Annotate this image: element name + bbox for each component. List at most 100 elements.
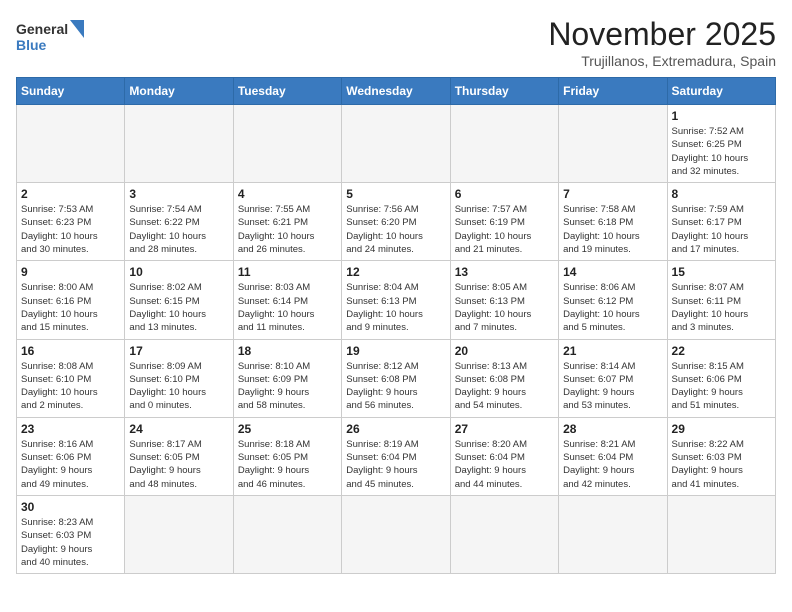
day-number: 23 [21, 422, 120, 436]
day-number: 30 [21, 500, 120, 514]
day-cell-8: 8Sunrise: 7:59 AM Sunset: 6:17 PM Daylig… [667, 183, 775, 261]
empty-cell [125, 495, 233, 573]
calendar: SundayMondayTuesdayWednesdayThursdayFrid… [16, 77, 776, 574]
day-cell-4: 4 Sunrise: 7:55 AM Sunset: 6:21 PM Daylig… [233, 183, 341, 261]
day-cell-26: 26 Sunrise: 8:19 AM Sunset: 6:04 PM Dayli… [342, 417, 450, 495]
day-cell-5: 5Sunrise: 7:56 AM Sunset: 6:20 PM Daylig… [342, 183, 450, 261]
day-cell-7: 7 Sunrise: 7:58 AM Sunset: 6:18 PM Daylig… [559, 183, 667, 261]
day-number: 6 [455, 187, 554, 201]
day-info: Sunrise: 7:55 AM Sunset: 6:21 PM Dayligh… [238, 203, 337, 256]
weekday-header-wednesday: Wednesday [342, 78, 450, 105]
weekday-header-sunday: Sunday [17, 78, 125, 105]
day-number: 10 [129, 265, 228, 279]
day-number: 18 [238, 344, 337, 358]
day-number: 24 [129, 422, 228, 436]
day-cell-15: 15Sunrise: 8:07 AM Sunset: 6:11 PM Dayli… [667, 261, 775, 339]
day-number: 3 [129, 187, 228, 201]
day-cell-9: 9 Sunrise: 8:00 AM Sunset: 6:16 PM Daylig… [17, 261, 125, 339]
day-number: 2 [21, 187, 120, 201]
day-cell-13: 13 Sunrise: 8:05 AM Sunset: 6:13 PM Dayli… [450, 261, 558, 339]
empty-cell [233, 105, 341, 183]
day-cell-22: 22 Sunrise: 8:15 AM Sunset: 6:06 PM Dayli… [667, 339, 775, 417]
logo-svg: GeneralBlue [16, 16, 86, 58]
day-info: Sunrise: 8:05 AM Sunset: 6:13 PM Dayligh… [455, 281, 554, 334]
day-number: 25 [238, 422, 337, 436]
day-number: 9 [21, 265, 120, 279]
day-info: Sunrise: 8:03 AM Sunset: 6:14 PM Dayligh… [238, 281, 337, 334]
weekday-header-tuesday: Tuesday [233, 78, 341, 105]
day-info: Sunrise: 8:12 AM Sunset: 6:08 PM Dayligh… [346, 360, 445, 413]
day-info: Sunrise: 8:15 AM Sunset: 6:06 PM Dayligh… [672, 360, 771, 413]
day-cell-6: 6 Sunrise: 7:57 AM Sunset: 6:19 PM Daylig… [450, 183, 558, 261]
weekday-header-row: SundayMondayTuesdayWednesdayThursdayFrid… [17, 78, 776, 105]
day-cell-30: 30 Sunrise: 8:23 AM Sunset: 6:03 PM Dayli… [17, 495, 125, 573]
day-number: 7 [563, 187, 662, 201]
day-cell-21: 21Sunrise: 8:14 AM Sunset: 6:07 PM Dayli… [559, 339, 667, 417]
day-cell-27: 27Sunrise: 8:20 AM Sunset: 6:04 PM Dayli… [450, 417, 558, 495]
day-info: Sunrise: 8:23 AM Sunset: 6:03 PM Dayligh… [21, 516, 120, 569]
day-info: Sunrise: 8:00 AM Sunset: 6:16 PM Dayligh… [21, 281, 120, 334]
svg-text:Blue: Blue [16, 37, 47, 53]
day-cell-18: 18 Sunrise: 8:10 AM Sunset: 6:09 PM Dayli… [233, 339, 341, 417]
day-number: 27 [455, 422, 554, 436]
day-number: 17 [129, 344, 228, 358]
day-number: 14 [563, 265, 662, 279]
day-info: Sunrise: 8:13 AM Sunset: 6:08 PM Dayligh… [455, 360, 554, 413]
day-number: 28 [563, 422, 662, 436]
month-title: November 2025 [548, 16, 776, 53]
day-info: Sunrise: 8:04 AM Sunset: 6:13 PM Dayligh… [346, 281, 445, 334]
empty-cell [559, 495, 667, 573]
day-cell-24: 24 Sunrise: 8:17 AM Sunset: 6:05 PM Dayli… [125, 417, 233, 495]
empty-cell [233, 495, 341, 573]
day-number: 13 [455, 265, 554, 279]
day-cell-16: 16 Sunrise: 8:08 AM Sunset: 6:10 PM Dayli… [17, 339, 125, 417]
day-info: Sunrise: 7:58 AM Sunset: 6:18 PM Dayligh… [563, 203, 662, 256]
day-info: Sunrise: 8:19 AM Sunset: 6:04 PM Dayligh… [346, 438, 445, 491]
day-info: Sunrise: 8:02 AM Sunset: 6:15 PM Dayligh… [129, 281, 228, 334]
empty-cell [342, 105, 450, 183]
day-info: Sunrise: 8:16 AM Sunset: 6:06 PM Dayligh… [21, 438, 120, 491]
weekday-header-friday: Friday [559, 78, 667, 105]
day-number: 16 [21, 344, 120, 358]
calendar-row: 30 Sunrise: 8:23 AM Sunset: 6:03 PM Dayli… [17, 495, 776, 573]
day-cell-29: 29Sunrise: 8:22 AM Sunset: 6:03 PM Dayli… [667, 417, 775, 495]
day-cell-28: 28 Sunrise: 8:21 AM Sunset: 6:04 PM Dayli… [559, 417, 667, 495]
day-info: Sunrise: 8:21 AM Sunset: 6:04 PM Dayligh… [563, 438, 662, 491]
day-info: Sunrise: 8:10 AM Sunset: 6:09 PM Dayligh… [238, 360, 337, 413]
day-info: Sunrise: 8:18 AM Sunset: 6:05 PM Dayligh… [238, 438, 337, 491]
day-number: 15 [672, 265, 771, 279]
day-info: Sunrise: 8:17 AM Sunset: 6:05 PM Dayligh… [129, 438, 228, 491]
day-cell-19: 19 Sunrise: 8:12 AM Sunset: 6:08 PM Dayli… [342, 339, 450, 417]
day-cell-25: 25 Sunrise: 8:18 AM Sunset: 6:05 PM Dayli… [233, 417, 341, 495]
day-info: Sunrise: 8:09 AM Sunset: 6:10 PM Dayligh… [129, 360, 228, 413]
day-number: 12 [346, 265, 445, 279]
empty-cell [17, 105, 125, 183]
empty-cell [667, 495, 775, 573]
day-cell-12: 12 Sunrise: 8:04 AM Sunset: 6:13 PM Dayli… [342, 261, 450, 339]
day-number: 20 [455, 344, 554, 358]
day-info: Sunrise: 8:06 AM Sunset: 6:12 PM Dayligh… [563, 281, 662, 334]
day-info: Sunrise: 7:56 AM Sunset: 6:20 PM Dayligh… [346, 203, 445, 256]
day-cell-3: 3 Sunrise: 7:54 AM Sunset: 6:22 PM Daylig… [125, 183, 233, 261]
calendar-row: 9 Sunrise: 8:00 AM Sunset: 6:16 PM Daylig… [17, 261, 776, 339]
day-number: 4 [238, 187, 337, 201]
day-info: Sunrise: 7:59 AM Sunset: 6:17 PM Dayligh… [672, 203, 771, 256]
empty-cell [450, 495, 558, 573]
day-info: Sunrise: 8:14 AM Sunset: 6:07 PM Dayligh… [563, 360, 662, 413]
day-info: Sunrise: 8:22 AM Sunset: 6:03 PM Dayligh… [672, 438, 771, 491]
title-area: November 2025 Trujillanos, Extremadura, … [548, 16, 776, 69]
weekday-header-monday: Monday [125, 78, 233, 105]
day-info: Sunrise: 7:54 AM Sunset: 6:22 PM Dayligh… [129, 203, 228, 256]
header: GeneralBlue November 2025 Trujillanos, E… [16, 16, 776, 69]
svg-text:General: General [16, 21, 68, 37]
weekday-header-thursday: Thursday [450, 78, 558, 105]
day-cell-2: 2Sunrise: 7:53 AM Sunset: 6:23 PM Daylig… [17, 183, 125, 261]
day-number: 22 [672, 344, 771, 358]
day-info: Sunrise: 7:57 AM Sunset: 6:19 PM Dayligh… [455, 203, 554, 256]
day-number: 19 [346, 344, 445, 358]
day-number: 26 [346, 422, 445, 436]
day-info: Sunrise: 8:08 AM Sunset: 6:10 PM Dayligh… [21, 360, 120, 413]
day-cell-1: 1Sunrise: 7:52 AM Sunset: 6:25 PM Daylig… [667, 105, 775, 183]
day-info: Sunrise: 7:52 AM Sunset: 6:25 PM Dayligh… [672, 125, 771, 178]
calendar-row: 2Sunrise: 7:53 AM Sunset: 6:23 PM Daylig… [17, 183, 776, 261]
